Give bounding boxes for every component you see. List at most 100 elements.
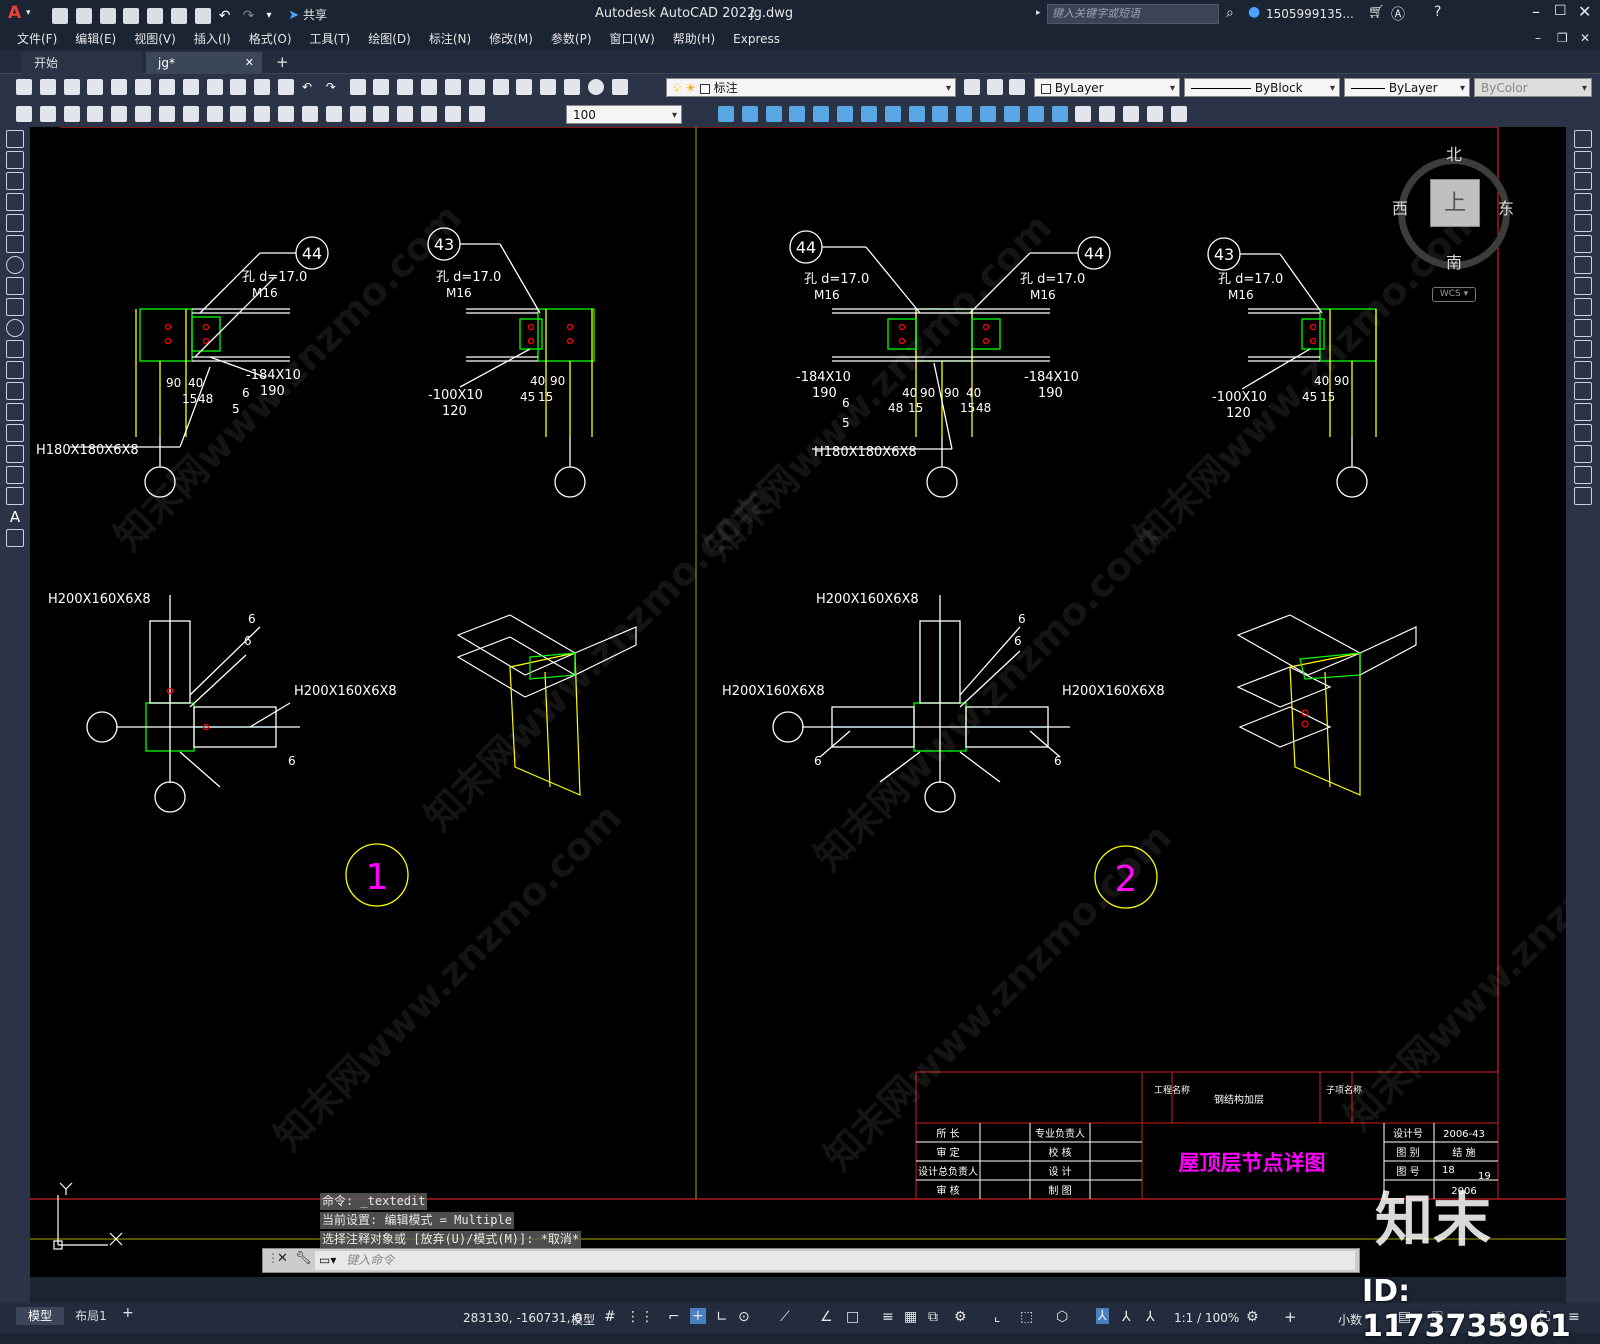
fillet-icon[interactable] <box>1574 445 1592 463</box>
preview-icon[interactable] <box>111 79 128 95</box>
cut-icon[interactable] <box>182 79 199 95</box>
tool-palettes-icon[interactable] <box>492 79 509 95</box>
3d-align-icon[interactable] <box>1170 106 1187 122</box>
minimize-icon[interactable]: – <box>1532 2 1540 21</box>
menu-item[interactable]: 格式(O) <box>240 28 301 50</box>
layer-properties-icon[interactable] <box>611 79 628 95</box>
insert-block-icon[interactable] <box>6 361 24 379</box>
tab-layout1[interactable]: 布局1 <box>68 1307 114 1325</box>
coordinates-readout[interactable]: 283130, -160731, 0 <box>463 1311 582 1325</box>
redo-tb-icon[interactable]: ↷ <box>326 79 342 95</box>
annotation-visibility-icon[interactable]: ⅄ <box>1096 1308 1109 1324</box>
viewcube-west[interactable]: 西 <box>1392 195 1408 219</box>
extrude-icon[interactable] <box>884 106 901 122</box>
revolve-icon[interactable] <box>908 106 925 122</box>
menu-item[interactable]: 帮助(H) <box>664 28 724 50</box>
dim-jogged-icon[interactable] <box>135 106 152 122</box>
block-editor-icon[interactable] <box>278 79 295 95</box>
scale-icon[interactable] <box>1574 277 1592 295</box>
zoom-window-icon[interactable] <box>397 79 414 95</box>
cone-icon[interactable] <box>765 106 782 122</box>
dim-arc-icon[interactable] <box>63 106 80 122</box>
help-icon[interactable]: ? <box>1434 4 1441 20</box>
pyramid-icon[interactable] <box>860 106 877 122</box>
dim-edit-icon[interactable] <box>421 106 438 122</box>
command-close-icon[interactable]: ✕ <box>277 1251 288 1266</box>
sheet-set-icon[interactable] <box>516 79 533 95</box>
ortho-icon[interactable]: ∟ <box>716 1309 728 1325</box>
arc-icon[interactable] <box>6 235 24 253</box>
grid-icon[interactable]: # <box>604 1309 616 1325</box>
save-icon[interactable] <box>99 7 116 24</box>
offset-icon[interactable] <box>1574 193 1592 211</box>
autocad-logo-icon[interactable]: A <box>8 3 21 23</box>
add-layout-icon[interactable]: + <box>122 1305 134 1321</box>
copy-icon[interactable] <box>206 79 223 95</box>
zoom-previous-icon[interactable] <box>421 79 438 95</box>
open-file-icon[interactable] <box>75 7 92 24</box>
search-expand-icon[interactable]: ▸ <box>1036 8 1041 18</box>
color-dropdown[interactable]: ByLayer ▾ <box>1034 78 1180 97</box>
rotate-icon[interactable] <box>1574 256 1592 274</box>
stretch-icon[interactable] <box>1574 298 1592 316</box>
extend-icon[interactable] <box>1574 340 1592 358</box>
slice-icon[interactable] <box>1075 106 1092 122</box>
dim-text-edit-icon[interactable] <box>444 106 461 122</box>
annotation-scale-value[interactable]: 1:1 / 100% <box>1174 1311 1239 1325</box>
menu-item[interactable]: 窗口(W) <box>601 28 664 50</box>
table-icon[interactable] <box>6 487 24 505</box>
union-icon[interactable] <box>1003 106 1020 122</box>
layer-state-icon[interactable] <box>1007 79 1027 95</box>
revision-cloud-icon[interactable] <box>6 277 24 295</box>
center-mark-icon[interactable] <box>349 106 366 122</box>
osnap-icon[interactable]: □ <box>846 1309 859 1325</box>
copy-object-icon[interactable] <box>1574 151 1592 169</box>
command-input[interactable]: ▭▾ 键入命令 <box>315 1251 1355 1270</box>
wedge-icon[interactable] <box>741 106 758 122</box>
3d-dwf-icon[interactable] <box>158 79 175 95</box>
annotation-scale-icon[interactable]: ⅄ <box>1146 1309 1155 1325</box>
linetype-dropdown[interactable]: ByBlock ▾ <box>1184 78 1340 97</box>
dim-baseline-icon[interactable] <box>230 106 247 122</box>
close-icon[interactable]: ✕ <box>1578 2 1591 21</box>
make-current-layer-icon[interactable] <box>962 79 982 95</box>
snap-icon[interactable]: ⋮⋮ <box>626 1309 654 1325</box>
menu-item[interactable]: 参数(P) <box>542 28 601 50</box>
join-icon[interactable] <box>1574 403 1592 421</box>
loft-icon[interactable] <box>956 106 973 122</box>
selection-cycling-icon[interactable]: ⧉ <box>928 1309 938 1325</box>
viewcube-east[interactable]: 东 <box>1498 195 1514 219</box>
doc-close-icon[interactable]: ✕ <box>1580 31 1590 45</box>
viewcube-top-face[interactable]: 上 <box>1430 179 1480 227</box>
ellipse-icon[interactable] <box>6 319 24 337</box>
workspace-gear-icon[interactable]: ⚙ <box>1246 1309 1259 1325</box>
chamfer-icon[interactable] <box>1574 424 1592 442</box>
web-mobile-icon[interactable] <box>147 7 164 24</box>
3d-osnap-icon[interactable]: ⚙︎ <box>954 1309 967 1325</box>
menu-item[interactable]: 工具(T) <box>301 28 360 50</box>
layer-dropdown[interactable]: 💡︎ ☀ 标注 ▾ <box>666 78 956 97</box>
intersect-icon[interactable] <box>1051 106 1068 122</box>
pan-icon[interactable] <box>349 79 366 95</box>
line-icon[interactable] <box>6 130 24 148</box>
new-file-icon[interactable] <box>52 7 68 24</box>
app-menu-chevron-icon[interactable]: ▾ <box>26 8 31 18</box>
print-icon[interactable] <box>87 79 104 95</box>
3d-move-icon[interactable] <box>1123 106 1140 122</box>
tab-start[interactable]: 开始 <box>22 52 142 74</box>
dim-ordinate-icon[interactable] <box>87 106 104 122</box>
customize-qat-icon[interactable]: ▾ <box>266 8 282 24</box>
blend-curves-icon[interactable] <box>1574 466 1592 484</box>
gizmo-icon[interactable]: ⬡ <box>1056 1309 1068 1325</box>
menu-item[interactable]: 修改(M) <box>480 28 542 50</box>
ellipse-arc-icon[interactable] <box>6 340 24 358</box>
user-icon[interactable]: ● <box>1248 4 1260 20</box>
spline-icon[interactable] <box>6 298 24 316</box>
torus-icon[interactable] <box>837 106 854 122</box>
viewcube-north[interactable]: 北 <box>1446 141 1462 165</box>
section-icon[interactable] <box>1099 106 1116 122</box>
menu-item[interactable]: 插入(I) <box>185 28 240 50</box>
subtract-icon[interactable] <box>1027 106 1044 122</box>
share-icon[interactable]: ➤ <box>288 8 299 23</box>
rectangle-icon[interactable] <box>6 214 24 232</box>
